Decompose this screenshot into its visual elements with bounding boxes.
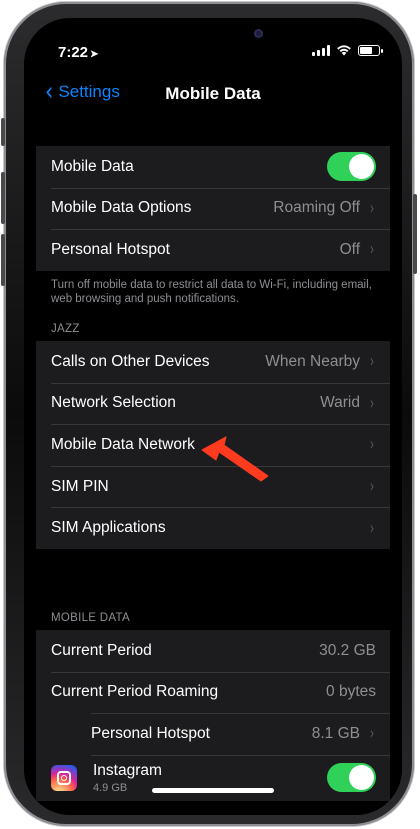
home-indicator[interactable] (152, 788, 274, 793)
personal-hotspot-row[interactable]: Personal Hotspot Off › (36, 229, 390, 271)
row-label: Current Period Roaming (51, 683, 219, 701)
battery-icon (358, 44, 383, 56)
mobile-data-options-row[interactable]: Mobile Data Options Roaming Off › (36, 187, 390, 230)
current-period-row: Current Period 30.2 GB (36, 630, 390, 672)
row-label: Network Selection (51, 394, 176, 412)
row-value: Off (339, 240, 360, 258)
chevron-right-icon: › (369, 351, 375, 373)
battery-fill (360, 46, 372, 54)
row-value: Warid (320, 394, 360, 412)
chevron-right-icon: › (369, 476, 375, 498)
notch (139, 18, 289, 46)
sim-applications-row[interactable]: SIM Applications › (36, 507, 390, 549)
row-label: SIM Applications (51, 519, 166, 537)
row-value: 30.2 GB (319, 641, 376, 659)
instagram-icon (51, 764, 77, 791)
section-header-jazz: JAZZ (51, 323, 80, 335)
row-label: SIM PIN (51, 477, 109, 495)
mobile-data-network-row[interactable]: Mobile Data Network › (36, 424, 390, 466)
location-arrow-icon: ➤ (90, 49, 99, 60)
row-label: Mobile Data Options (51, 199, 192, 217)
row-value: 8.1 GB (311, 724, 360, 742)
app-row-instagram[interactable]: Instagram 4.9 GB (36, 754, 390, 801)
cellular-signal-icon (312, 44, 330, 56)
row-label: Personal Hotspot (51, 240, 170, 258)
chevron-right-icon: › (369, 517, 375, 539)
chevron-right-icon: › (369, 392, 375, 414)
chevron-right-icon: › (369, 239, 375, 261)
volume-down-button (1, 234, 5, 286)
navigation-bar: ‹ Settings Mobile Data (24, 78, 402, 108)
toggle-knob (349, 765, 374, 791)
power-button (413, 194, 417, 274)
mobile-data-toggle[interactable] (327, 152, 376, 182)
sim-pin-row[interactable]: SIM PIN › (36, 465, 390, 508)
status-time: 7:22 ➤ (58, 44, 98, 61)
row-value: Roaming Off (273, 199, 360, 217)
status-time-text: 7:22 (58, 44, 89, 61)
status-icons (312, 44, 383, 56)
app-name: Instagram (93, 761, 162, 779)
row-value: When Nearby (265, 352, 360, 370)
row-label: Mobile Data Network (51, 435, 195, 453)
current-period-roaming-row: Current Period Roaming 0 bytes (36, 671, 390, 714)
calls-other-devices-row[interactable]: Calls on Other Devices When Nearby › (36, 341, 390, 383)
row-label: Current Period (51, 641, 152, 659)
network-selection-row[interactable]: Network Selection Warid › (36, 382, 390, 425)
row-label: Calls on Other Devices (51, 352, 210, 370)
phone-frame: 7:22 ➤ ‹ Settings Mobile Data Mobile Dat… (1, 2, 417, 826)
wifi-icon (337, 45, 351, 56)
silent-switch (1, 118, 5, 146)
volume-up-button (1, 172, 5, 224)
instagram-data-toggle[interactable] (327, 763, 376, 793)
chevron-right-icon: › (369, 723, 375, 745)
mobile-data-group: Mobile Data Mobile Data Options Roaming … (36, 146, 390, 271)
row-label: Mobile Data (51, 157, 134, 175)
mobile-data-footnote: Turn off mobile data to restrict all dat… (51, 279, 372, 305)
chevron-right-icon: › (369, 434, 375, 456)
section-header-mobile-data: MOBILE DATA (51, 612, 130, 624)
row-label: Personal Hotspot (91, 724, 210, 742)
carrier-group: Calls on Other Devices When Nearby › Net… (36, 341, 390, 549)
settings-list[interactable]: Mobile Data Mobile Data Options Roaming … (24, 130, 402, 815)
toggle-knob (349, 154, 374, 180)
front-camera (254, 29, 263, 38)
chevron-right-icon: › (369, 197, 375, 219)
usage-group: Current Period 30.2 GB Current Period Ro… (36, 630, 390, 801)
screen: 7:22 ➤ ‹ Settings Mobile Data Mobile Dat… (24, 18, 402, 815)
hotspot-usage-row[interactable]: Personal Hotspot 8.1 GB › (36, 713, 390, 755)
page-title: Mobile Data (165, 84, 261, 103)
row-value: 0 bytes (326, 683, 376, 701)
mobile-data-row[interactable]: Mobile Data (36, 146, 390, 188)
